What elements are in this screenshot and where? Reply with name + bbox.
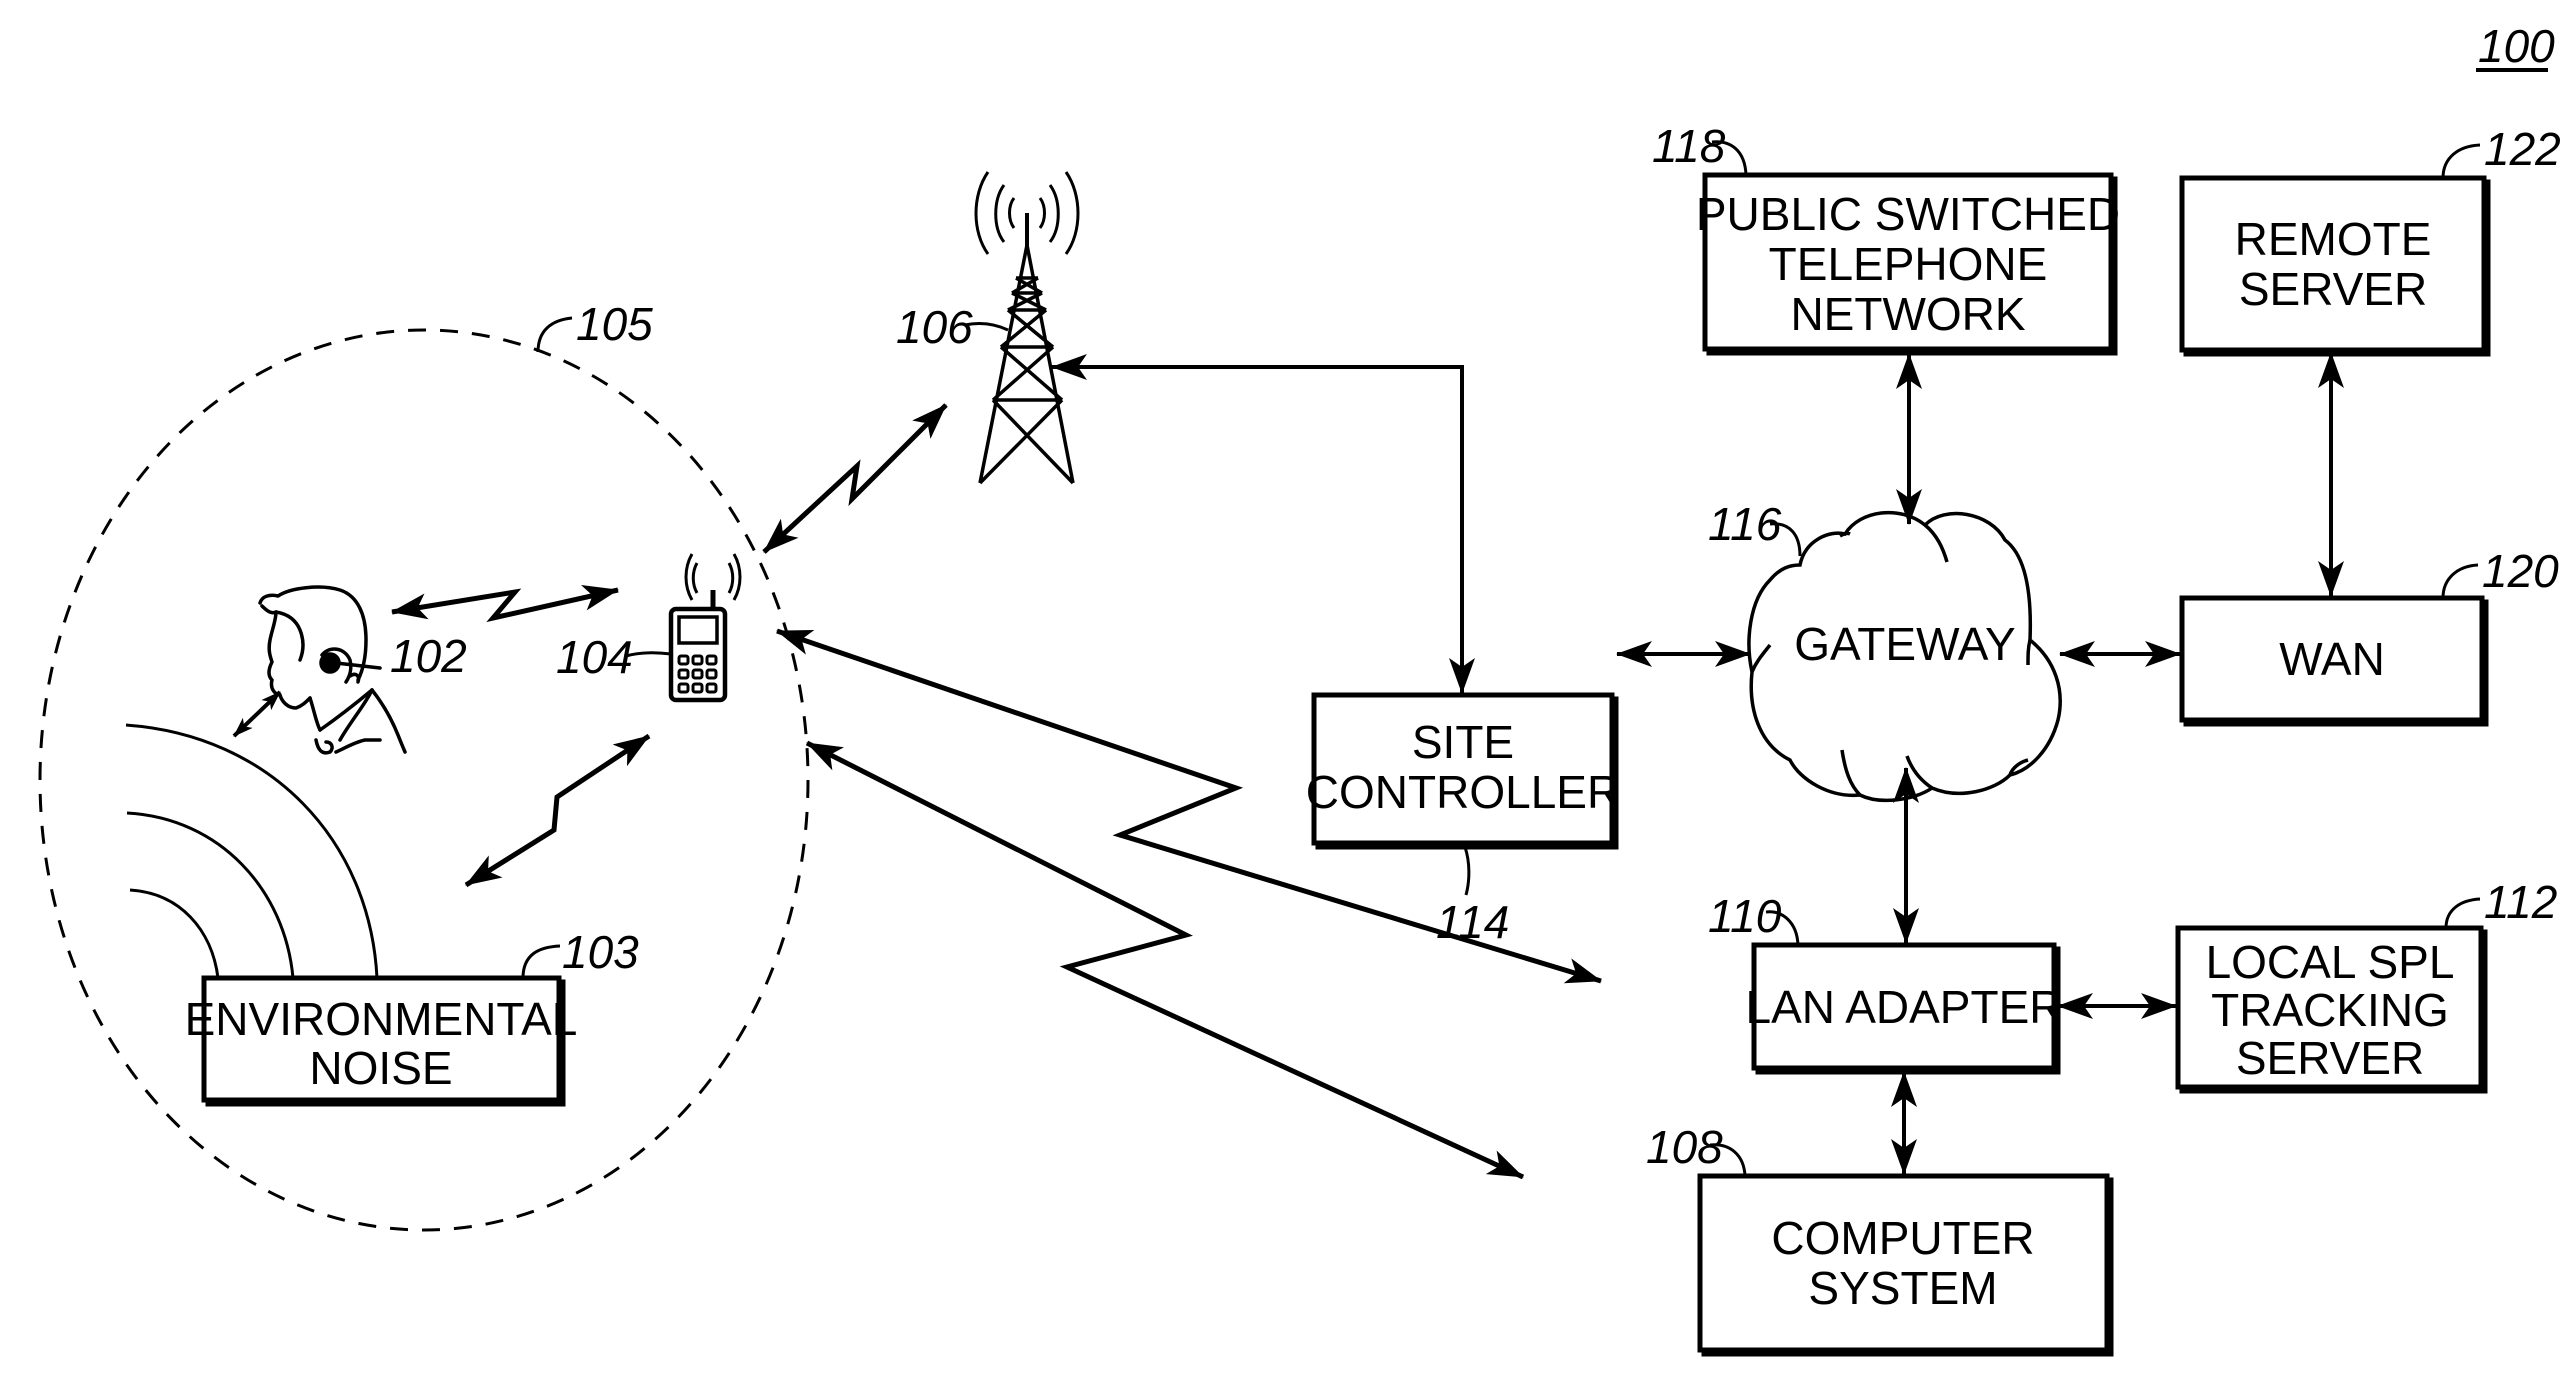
- noise-wave-middle: [126, 811, 295, 979]
- remote-server-line-2: SERVER: [2239, 263, 2427, 315]
- computer-system-line-2: SYSTEM: [1808, 1262, 1997, 1314]
- computer-system-line-1: COMPUTER: [1771, 1212, 2034, 1264]
- mobile-phone-icon[interactable]: [668, 553, 742, 703]
- site-controller-line-1: SITE: [1412, 716, 1514, 768]
- person-with-headset-icon: [258, 585, 407, 755]
- voice-arrow: [232, 690, 282, 738]
- remote-server-ref: 122: [2484, 123, 2561, 175]
- coverage-area-ref: 105: [576, 298, 653, 350]
- pstn-ref: 118: [1652, 120, 1726, 172]
- remote-server-leader: [2441, 143, 2481, 179]
- pstn-line-1: PUBLIC SWITCHED: [1696, 188, 2120, 240]
- noise-wave-outer: [125, 723, 379, 979]
- pstn-line-3: NETWORK: [1790, 288, 2025, 340]
- local-spl-tracking-server-box[interactable]: LOCAL SPL TRACKING SERVER: [2175, 925, 2488, 1094]
- spl-server-ref: 112: [2484, 876, 2557, 928]
- gateway-cloud[interactable]: GATEWAY: [1747, 510, 2062, 803]
- tower-ref: 106: [896, 301, 973, 353]
- noise-waves-icon: [125, 723, 379, 979]
- lan-adapter-box[interactable]: LAN ADAPTER: [1746, 942, 2063, 1075]
- wan-ref: 120: [2482, 545, 2559, 597]
- site-controller-ref: 114: [1436, 896, 1509, 948]
- radio-tower-icon[interactable]: [974, 171, 1080, 485]
- pstn-box[interactable]: PUBLIC SWITCHED TELEPHONE NETWORK: [1696, 172, 2120, 356]
- figure-number: 100: [2476, 20, 2555, 72]
- mobile-device-leader: [625, 651, 672, 658]
- coverage-area-leader: [536, 316, 573, 353]
- gateway-label: GATEWAY: [1794, 618, 2016, 670]
- environmental-noise-leader: [521, 944, 561, 979]
- wireless-link-phone-tower: [762, 403, 948, 554]
- link-tower-site-controller: [1051, 354, 1475, 694]
- site-controller-leader: [1463, 846, 1471, 896]
- wireless-link-phone-noise: [464, 733, 651, 888]
- spl-server-leader: [2444, 897, 2481, 929]
- pstn-line-2: TELEPHONE: [1769, 238, 2048, 290]
- spl-server-line-3: SERVER: [2236, 1032, 2424, 1084]
- headset-user-ref: 102: [390, 630, 467, 682]
- wireless-link-headset-phone: [391, 584, 619, 623]
- figure-number-label: 100: [2478, 20, 2555, 72]
- spl-server-line-2: TRACKING: [2211, 984, 2449, 1036]
- lan-adapter-ref: 110: [1708, 890, 1782, 942]
- computer-system-box[interactable]: COMPUTER SYSTEM: [1697, 1173, 2114, 1357]
- environmental-noise-ref: 103: [562, 926, 639, 978]
- system-diagram: 100 105 ENVIRONMENTAL NOISE 103 102 104 …: [38, 20, 2561, 1357]
- spl-server-line-1: LOCAL SPL: [2206, 936, 2455, 988]
- remote-server-box[interactable]: REMOTE SERVER: [2179, 175, 2491, 357]
- wan-label: WAN: [2279, 633, 2385, 685]
- remote-server-line-1: REMOTE: [2235, 213, 2432, 265]
- site-controller-line-2: CONTROLLER: [1306, 766, 1620, 818]
- environmental-noise-line-2: NOISE: [309, 1042, 452, 1094]
- gateway-ref: 116: [1708, 498, 1782, 550]
- wan-leader: [2441, 563, 2479, 599]
- computer-system-ref: 108: [1646, 1121, 1723, 1173]
- site-controller-box[interactable]: SITE CONTROLLER: [1306, 692, 1620, 850]
- mobile-device-ref: 104: [556, 631, 633, 683]
- lan-adapter-label: LAN ADAPTER: [1746, 981, 2063, 1033]
- noise-wave-inner: [129, 888, 220, 979]
- wan-box[interactable]: WAN: [2179, 595, 2489, 727]
- environmental-noise-box[interactable]: ENVIRONMENTAL NOISE: [185, 975, 578, 1107]
- environmental-noise-line-1: ENVIRONMENTAL: [185, 993, 578, 1045]
